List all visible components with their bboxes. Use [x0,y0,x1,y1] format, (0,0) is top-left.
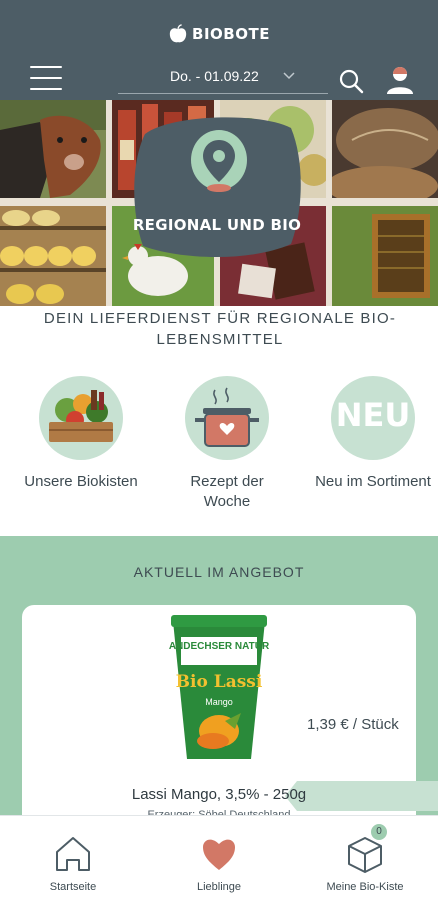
cows-image [0,100,106,198]
quick-link-rezept[interactable]: Rezept der Woche [152,376,302,512]
cheese-photo [0,206,106,306]
nav-item-lieblinge[interactable]: Lieblinge [146,816,292,900]
beehive-photo [332,206,438,306]
quick-link-label: Rezept der Woche [190,473,264,510]
home-icon [56,837,90,871]
menu-line [30,77,62,79]
hero-badge-text: REGIONAL UND BIO [132,216,302,234]
heart-icon [203,839,235,870]
nav-label: Meine Bio-Kiste [326,881,404,893]
nav-item-bio-kiste[interactable]: 0 Meine Bio-Kiste [292,816,438,900]
quick-link-biokisten[interactable]: Unsere Biokisten [6,376,156,492]
veggie-crate-image [49,390,113,442]
box-icon [348,837,382,873]
delivery-date-value: Do. - 01.09.22 [170,68,259,84]
delivery-date-select[interactable]: Do. - 01.09.22 [118,64,328,94]
quick-link-neu[interactable]: NEU Neu im Sortiment [298,376,438,492]
offers-section: AKTUELL IM ANGEBOT ANDECHSER NATUR Bio L… [0,536,438,865]
brand-name: BIOBOTE [192,25,270,43]
beehive-image [332,206,438,306]
cart-count-badge: 0 [371,824,387,840]
new-badge-text: NEU [335,396,411,434]
nav-label: Lieblinge [196,881,242,893]
cows-photo [0,100,106,198]
lassi-cup-image: ANDECHSER NATUR Bio Lassi Mango [169,615,269,759]
cup-brand: ANDECHSER NATUR [169,641,269,652]
quick-link-label: Unsere Biokisten [24,473,138,490]
cheese-image [0,206,106,306]
search-icon[interactable] [338,68,364,94]
cooking-pot-icon [185,376,269,460]
brand-logo[interactable]: BIOBOTE [0,24,438,44]
cup-title: Bio Lassi [176,672,263,692]
regional-bio-badge [134,117,301,257]
hero-collage: REGIONAL UND BIO [0,100,438,306]
quick-link-label: Neu im Sortiment [315,473,431,490]
bottom-navigation: Startseite Lieblinge 0 Meine Bio-Kiste [0,815,438,900]
nav-label: Startseite [49,881,97,893]
bread-image [332,100,438,198]
menu-button[interactable] [30,66,62,90]
new-badge-icon: NEU [331,376,415,460]
offers-title: AKTUELL IM ANGEBOT [133,564,305,580]
chevron-down-icon [283,72,295,80]
product-price: 1,39 € / Stück [307,716,399,733]
apple-logo-icon [169,24,187,43]
veggie-crate-icon [39,376,123,460]
menu-line [30,88,62,90]
bread-photo [332,100,438,198]
hero-tagline: DEIN LIEFERDIENST FÜR REGIONALE BIO-LEBE… [43,310,397,348]
cooking-pot-image [195,387,259,447]
menu-line [30,66,62,68]
cup-flavor: Mango [205,697,233,707]
app-header: BIOBOTE Do. - 01.09.22 [0,0,438,100]
nav-item-startseite[interactable]: Startseite [0,816,146,900]
account-icon[interactable] [384,64,416,96]
product-name: Lassi Mango, 3,5% - 250g [131,786,307,803]
